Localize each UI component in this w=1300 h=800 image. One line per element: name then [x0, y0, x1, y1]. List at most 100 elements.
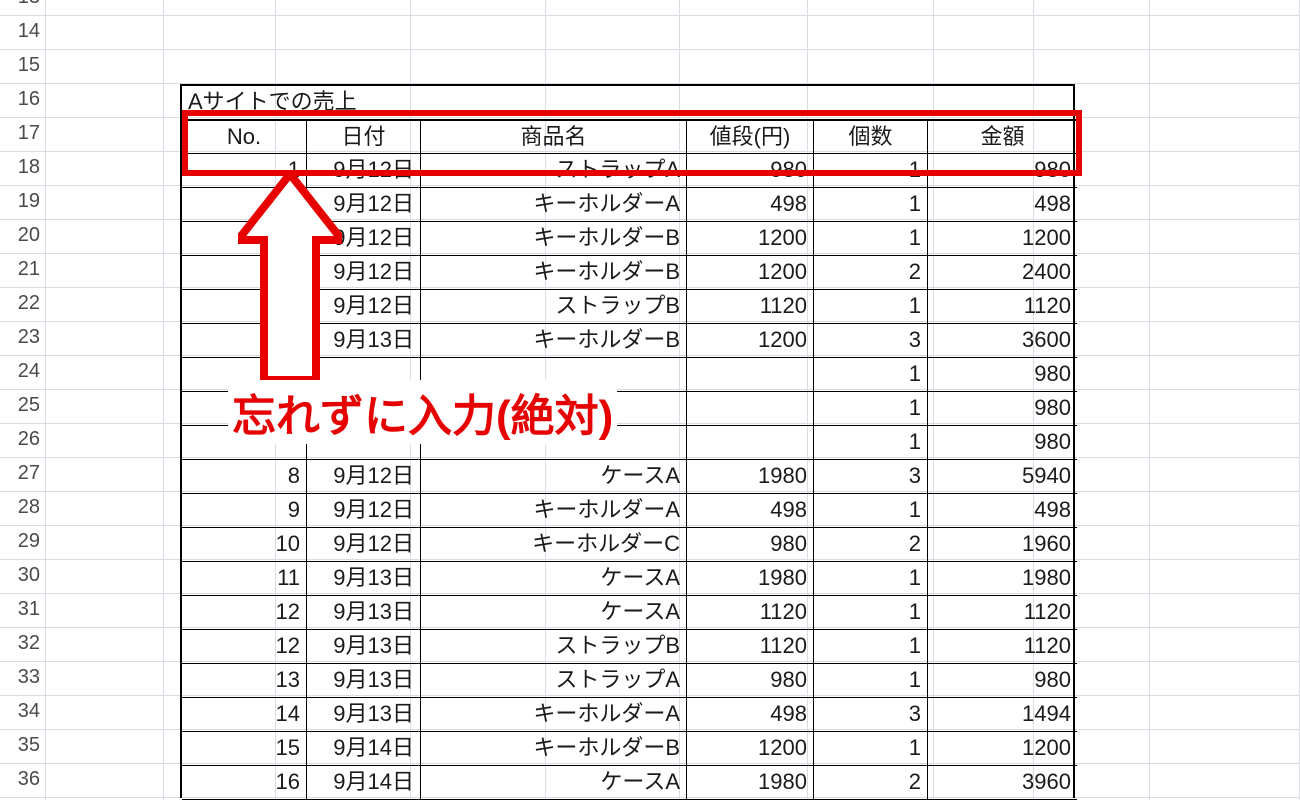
cell-price[interactable]: 1120 [687, 596, 814, 630]
spreadsheet-cell[interactable] [0, 560, 46, 594]
cell-name[interactable] [421, 358, 687, 392]
cell-price[interactable]: 980 [687, 154, 814, 188]
spreadsheet-cell[interactable] [1150, 730, 1300, 764]
cell-price[interactable] [687, 426, 814, 460]
cell-no[interactable]: 16 [182, 766, 307, 800]
cell-date[interactable]: 9月12日 [307, 154, 421, 188]
cell-amt[interactable]: 1120 [928, 630, 1077, 664]
cell-price[interactable]: 980 [687, 664, 814, 698]
spreadsheet-cell[interactable] [46, 0, 164, 16]
spreadsheet-cell[interactable] [0, 492, 46, 526]
cell-price[interactable]: 1980 [687, 766, 814, 800]
spreadsheet-cell[interactable] [0, 390, 46, 424]
spreadsheet-cell[interactable] [1150, 152, 1300, 186]
cell-price[interactable]: 1200 [687, 324, 814, 358]
spreadsheet-cell[interactable] [1150, 118, 1300, 152]
cell-qty[interactable]: 2 [814, 766, 928, 800]
spreadsheet-cell[interactable] [46, 390, 164, 424]
spreadsheet-cell[interactable] [0, 356, 46, 390]
cell-qty[interactable]: 1 [814, 426, 928, 460]
cell-price[interactable]: 498 [687, 494, 814, 528]
spreadsheet-cell[interactable] [934, 50, 1034, 84]
cell-amt[interactable]: 980 [928, 664, 1077, 698]
cell-price[interactable]: 498 [687, 698, 814, 732]
spreadsheet-cell[interactable] [276, 16, 411, 50]
spreadsheet-cell[interactable] [1150, 16, 1300, 50]
cell-price[interactable]: 1200 [687, 256, 814, 290]
spreadsheet-cell[interactable] [46, 118, 164, 152]
spreadsheet-cell[interactable] [1150, 0, 1300, 16]
spreadsheet-cell[interactable] [411, 16, 546, 50]
spreadsheet-cell[interactable] [46, 594, 164, 628]
spreadsheet-cell[interactable] [1150, 526, 1300, 560]
cell-qty[interactable]: 1 [814, 630, 928, 664]
cell-qty[interactable]: 1 [814, 154, 928, 188]
spreadsheet-cell[interactable] [411, 50, 546, 84]
spreadsheet-cell[interactable] [0, 594, 46, 628]
cell-no[interactable] [182, 392, 307, 426]
spreadsheet-cell[interactable] [546, 0, 680, 16]
spreadsheet-cell[interactable] [546, 16, 680, 50]
cell-qty[interactable]: 1 [814, 664, 928, 698]
cell-qty[interactable]: 1 [814, 494, 928, 528]
cell-name[interactable] [421, 426, 687, 460]
spreadsheet-cell[interactable] [1150, 322, 1300, 356]
spreadsheet-cell[interactable] [164, 16, 276, 50]
cell-no[interactable]: 10 [182, 528, 307, 562]
spreadsheet-cell[interactable] [1150, 492, 1300, 526]
spreadsheet-cell[interactable] [1150, 84, 1300, 118]
cell-date[interactable]: 9月13日 [307, 698, 421, 732]
cell-date[interactable]: 9月12日 [307, 460, 421, 494]
spreadsheet-cell[interactable] [1150, 764, 1300, 798]
cell-name[interactable] [421, 392, 687, 426]
spreadsheet-cell[interactable] [0, 186, 46, 220]
spreadsheet-cell[interactable] [1150, 356, 1300, 390]
spreadsheet-cell[interactable] [46, 356, 164, 390]
cell-name[interactable]: キーホルダーB [421, 222, 687, 256]
cell-name[interactable]: ストラップB [421, 630, 687, 664]
cell-no[interactable]: 11 [182, 562, 307, 596]
cell-no[interactable]: 14 [182, 698, 307, 732]
spreadsheet-cell[interactable] [46, 186, 164, 220]
spreadsheet-cell[interactable] [1150, 696, 1300, 730]
spreadsheet-cell[interactable] [46, 696, 164, 730]
cell-qty[interactable]: 1 [814, 732, 928, 766]
spreadsheet-cell[interactable] [46, 458, 164, 492]
spreadsheet-cell[interactable] [46, 288, 164, 322]
cell-price[interactable] [687, 392, 814, 426]
cell-date[interactable]: 9月14日 [307, 732, 421, 766]
spreadsheet-cell[interactable] [0, 220, 46, 254]
cell-amt[interactable]: 1200 [928, 732, 1077, 766]
cell-amt[interactable]: 498 [928, 188, 1077, 222]
spreadsheet-cell[interactable] [164, 0, 276, 16]
spreadsheet-cell[interactable] [0, 50, 46, 84]
spreadsheet-cell[interactable] [0, 152, 46, 186]
spreadsheet-cell[interactable] [46, 560, 164, 594]
cell-name[interactable]: キーホルダーA [421, 698, 687, 732]
cell-date[interactable]: 9月13日 [307, 596, 421, 630]
cell-qty[interactable]: 1 [814, 358, 928, 392]
cell-amt[interactable]: 1200 [928, 222, 1077, 256]
cell-amt[interactable]: 980 [928, 426, 1077, 460]
cell-qty[interactable]: 1 [814, 392, 928, 426]
cell-price[interactable]: 1980 [687, 460, 814, 494]
spreadsheet-cell[interactable] [934, 16, 1034, 50]
spreadsheet-cell[interactable] [46, 492, 164, 526]
cell-amt[interactable]: 980 [928, 392, 1077, 426]
spreadsheet-cell[interactable] [46, 220, 164, 254]
cell-price[interactable]: 980 [687, 528, 814, 562]
spreadsheet-cell[interactable] [680, 16, 808, 50]
cell-date[interactable]: 9月12日 [307, 528, 421, 562]
spreadsheet-cell[interactable] [0, 288, 46, 322]
cell-price[interactable]: 498 [687, 188, 814, 222]
spreadsheet-cell[interactable] [46, 50, 164, 84]
spreadsheet-cell[interactable] [0, 118, 46, 152]
spreadsheet-cell[interactable] [546, 50, 680, 84]
spreadsheet-cell[interactable] [0, 696, 46, 730]
cell-qty[interactable]: 2 [814, 256, 928, 290]
cell-no[interactable]: 9 [182, 494, 307, 528]
cell-date[interactable]: 9月12日 [307, 494, 421, 528]
cell-no[interactable] [182, 188, 307, 222]
spreadsheet-cell[interactable] [1150, 220, 1300, 254]
spreadsheet-cell[interactable] [1150, 390, 1300, 424]
